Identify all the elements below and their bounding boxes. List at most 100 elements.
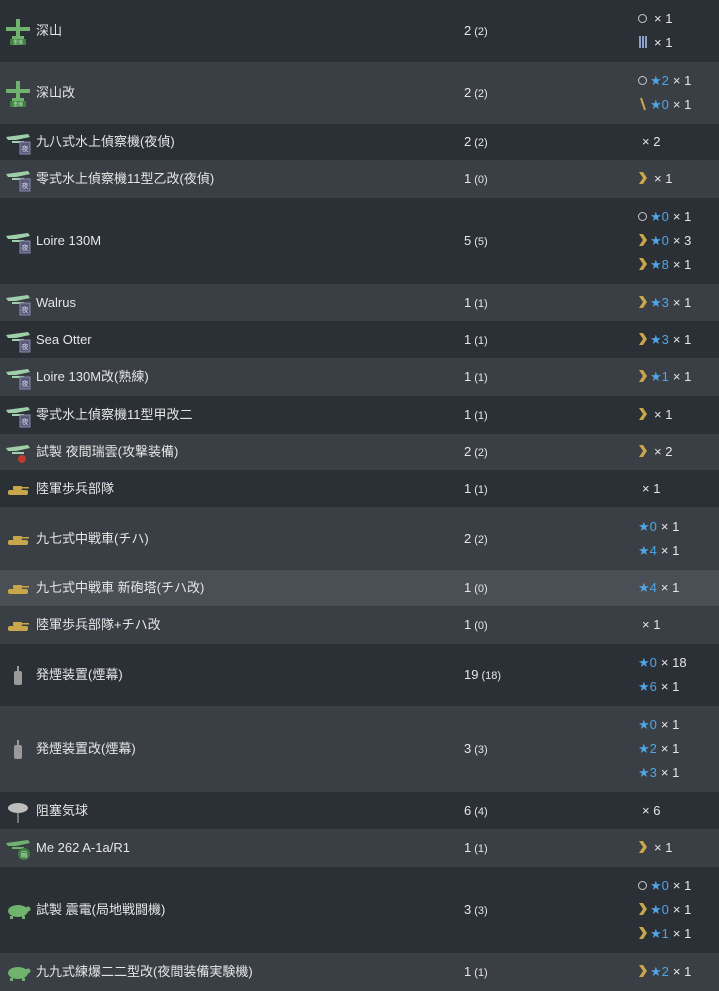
equipment-name: Walrus: [36, 295, 76, 310]
count-total: 2: [464, 23, 472, 38]
equipment-row[interactable]: 夜九八式水上偵察機(夜偵) 2 (2) × 2: [0, 124, 719, 160]
equipment-count: 1 (1): [464, 332, 488, 349]
equipment-row[interactable]: 陸軍歩兵部隊 1 (1) × 1: [0, 470, 719, 507]
improvement-star: ★3: [638, 765, 657, 780]
equipment-count: 1 (1): [464, 840, 488, 857]
equipment-row[interactable]: 夜 Loire 130M 5 (5) ★0 × 1 ★0 × 3 ★8 × 1: [0, 198, 719, 284]
svg-text:局: 局: [21, 851, 28, 859]
equipment-row[interactable]: 試製 震電(局地戦闘機) 3 (3) ★0 × 1 ★0 × 1 ★1 × 1: [0, 867, 719, 953]
improvement-multiplier: × 1: [660, 765, 680, 780]
count-available: (0): [474, 583, 488, 595]
count-total: 1: [464, 332, 472, 347]
equipment-row[interactable]: 重爆 深山改 2 (2) ★2 × 1 ★0 × 1: [0, 62, 719, 124]
improvement-entry: × 2: [638, 134, 660, 150]
proficiency-chevron-icon: [639, 927, 647, 939]
improvement-multiplier: × 18: [660, 655, 687, 670]
count-available: (1): [474, 372, 488, 384]
improvement-multiplier: × 2: [654, 444, 673, 459]
equipment-row[interactable]: 重爆 深山 2 (2) × 1 × 1: [0, 0, 719, 62]
equipment-count: 5 (5): [464, 233, 488, 250]
proficiency-chevron-icon: [639, 172, 647, 184]
improvement-multiplier: × 6: [642, 803, 661, 818]
improvement-multiplier: × 1: [672, 926, 692, 941]
improvement-entry: ★2 × 1: [638, 964, 691, 980]
svg-text:夜: 夜: [22, 379, 29, 388]
improvement-star: ★0: [650, 902, 669, 917]
count-available: (2): [474, 534, 488, 546]
equipment-row[interactable]: 局 Me 262 A-1a/R1 1 (1) × 1: [0, 829, 719, 867]
improvement-multiplier: × 1: [660, 679, 680, 694]
count-total: 19: [464, 667, 479, 682]
equipment-row[interactable]: 試製 夜間瑞雲(攻撃装備) 2 (2) × 2: [0, 434, 719, 470]
night-seaplane-icon: 夜: [4, 401, 32, 429]
proficiency-chevron-icon: [639, 965, 647, 977]
night-seaplane-icon: 夜: [4, 227, 32, 255]
proficiency-chevron-icon: [639, 445, 647, 457]
equipment-row[interactable]: 発煙装置改(煙幕) 3 (3) ★0 × 1 ★2 × 1 ★3 × 1: [0, 706, 719, 792]
night-seaplane-icon: 夜: [4, 363, 32, 391]
proficiency-circle-icon: [638, 212, 647, 221]
equipment-count: 1 (1): [464, 369, 488, 386]
improvement-multiplier: × 1: [672, 902, 692, 917]
improvement-star: ★0: [638, 519, 657, 534]
count-available: (2): [474, 137, 488, 149]
improvement-entry: × 1: [638, 617, 660, 633]
improvement-star: ★3: [650, 332, 669, 347]
count-available: (2): [474, 447, 488, 459]
night-seaplane-icon: 夜: [4, 128, 32, 156]
count-available: (0): [474, 620, 488, 632]
improvement-multiplier: × 1: [660, 543, 680, 558]
equipment-row[interactable]: 九九式練爆二二型改(夜間装備実験機) 1 (1) ★2 × 1: [0, 953, 719, 991]
improvement-multiplier: × 1: [654, 407, 673, 422]
count-available: (3): [474, 744, 488, 756]
proficiency-chevron-icon: [639, 296, 647, 308]
equipment-count: 3 (3): [464, 902, 488, 919]
improvement-entry: ★0 × 1: [638, 902, 691, 918]
improvement-star: ★1: [650, 369, 669, 384]
count-available: (1): [474, 335, 488, 347]
svg-text:夜: 夜: [22, 144, 29, 153]
equipment-row[interactable]: 九七式中戦車 新砲塔(チハ改) 1 (0) ★4 × 1: [0, 570, 719, 606]
improvement-star: ★0: [650, 878, 669, 893]
equipment-name: 試製 震電(局地戦闘機): [36, 902, 166, 917]
equipment-row[interactable]: 発煙装置(煙幕) 19 (18) ★0 × 18 ★6 × 1: [0, 644, 719, 706]
turtle-fighter-icon: [4, 896, 32, 924]
equipment-row[interactable]: 陸軍歩兵部隊+チハ改 1 (0) × 1: [0, 606, 719, 644]
equipment-name: 陸軍歩兵部隊+チハ改: [36, 617, 161, 632]
improvement-star: ★2: [650, 964, 669, 979]
equipment-row[interactable]: 夜零式水上偵察機11型甲改二 1 (1) × 1: [0, 396, 719, 434]
equipment-count: 2 (2): [464, 444, 488, 461]
night-seaplane-icon: 夜: [4, 165, 32, 193]
equipment-row[interactable]: 阻塞気球 6 (4) × 6: [0, 792, 719, 829]
improvement-multiplier: × 1: [672, 369, 692, 384]
improvement-multiplier: × 1: [672, 878, 692, 893]
improvement-entry: ★0 × 3: [638, 233, 691, 249]
equipment-name: Sea Otter: [36, 332, 92, 347]
equipment-row[interactable]: 夜 Walrus 1 (1) ★3 × 1: [0, 284, 719, 321]
equipment-row[interactable]: 夜 Sea Otter 1 (1) ★3 × 1: [0, 321, 719, 358]
svg-text:夜: 夜: [22, 342, 29, 351]
improvement-multiplier: × 1: [660, 741, 680, 756]
equipment-count: 3 (3): [464, 741, 488, 758]
tank-icon: [4, 574, 32, 602]
improvement-entry: ★1 × 1: [638, 926, 691, 942]
improvement-entry: ★4 × 1: [638, 580, 679, 596]
equipment-name: 九八式水上偵察機(夜偵): [36, 134, 175, 149]
equipment-row[interactable]: 夜零式水上偵察機11型乙改(夜偵) 1 (0) × 1: [0, 160, 719, 198]
proficiency-circle-icon: [638, 14, 647, 23]
improvement-multiplier: × 1: [660, 519, 680, 534]
improvement-multiplier: × 1: [660, 580, 680, 595]
improvement-entry: × 6: [638, 803, 660, 819]
count-available: (18): [481, 670, 502, 682]
equipment-row[interactable]: 夜 Loire 130M改(熟練) 1 (1) ★1 × 1: [0, 358, 719, 396]
count-available: (1): [474, 967, 488, 979]
count-total: 2: [464, 531, 472, 546]
improvement-star: ★1: [650, 926, 669, 941]
land-fighter-icon: 局: [4, 834, 32, 862]
count-total: 1: [464, 407, 472, 422]
improvement-entry: ★0 × 1: [638, 519, 679, 535]
count-available: (2): [474, 88, 488, 100]
count-available: (1): [474, 298, 488, 310]
count-total: 3: [464, 741, 472, 756]
equipment-row[interactable]: 九七式中戦車(チハ) 2 (2) ★0 × 1 ★4 × 1: [0, 507, 719, 570]
